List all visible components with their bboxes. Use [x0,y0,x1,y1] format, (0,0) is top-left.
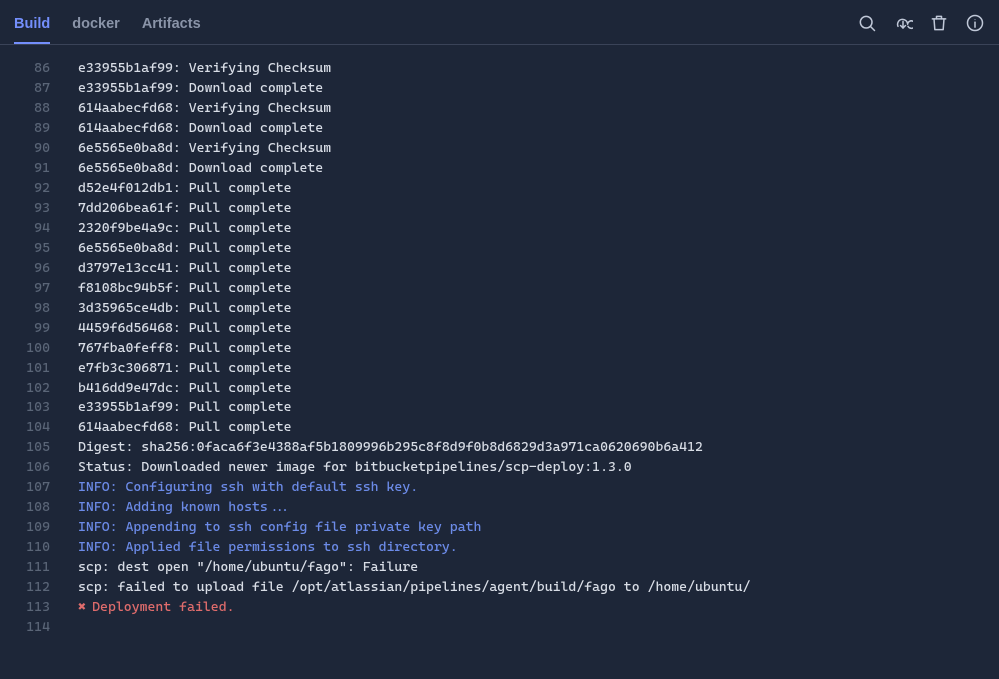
line-number: 108 [0,498,78,518]
line-number: 113 [0,598,78,618]
line-content: e33955b1af99: Download complete [78,79,999,99]
log-line: 937dd206bea61f: Pull complete [0,199,999,219]
log-line: 113✖Deployment failed. [0,598,999,618]
line-content: 6e5565e0ba8d: Pull complete [78,239,999,259]
line-number: 102 [0,379,78,399]
log-line: 102b416dd9e47dc: Pull complete [0,379,999,399]
line-content: d3797e13cc41: Pull complete [78,259,999,279]
line-content: 4459f6d56468: Pull complete [78,319,999,339]
line-number: 86 [0,59,78,79]
log-line: 916e5565e0ba8d: Download complete [0,159,999,179]
log-line: 86e33955b1af99: Verifying Checksum [0,59,999,79]
log-line: 92d52e4f012db1: Pull complete [0,179,999,199]
line-content: e33955b1af99: Verifying Checksum [78,59,999,79]
tab-artifacts[interactable]: Artifacts [142,8,201,44]
tab-docker[interactable]: docker [72,8,120,44]
log-line: 110INFO: Applied file permissions to ssh… [0,538,999,558]
line-number: 110 [0,538,78,558]
line-number: 103 [0,398,78,418]
log-line: 109INFO: Appending to ssh config file pr… [0,518,999,538]
line-content: scp: dest open "/home/ubuntu/fago": Fail… [78,558,999,578]
log-line: 97f8108bc94b5f: Pull complete [0,279,999,299]
line-number: 104 [0,418,78,438]
line-number: 89 [0,119,78,139]
log-line: 105Digest: sha256:0faca6f3e4388af5b18099… [0,438,999,458]
line-number: 90 [0,139,78,159]
line-number: 111 [0,558,78,578]
line-content: 614aabecfd68: Pull complete [78,418,999,438]
line-number: 112 [0,578,78,598]
line-content: Digest: sha256:0faca6f3e4388af5b1809996b… [78,438,999,458]
download-icon[interactable] [893,13,913,33]
line-content: INFO: Configuring ssh with default ssh k… [78,478,999,498]
log-line: 983d35965ce4db: Pull complete [0,299,999,319]
line-number: 92 [0,179,78,199]
line-content: 2320f9be4a9c: Pull complete [78,219,999,239]
trash-icon[interactable] [929,13,949,33]
tab-build[interactable]: Build [14,8,50,44]
line-number: 105 [0,438,78,458]
line-number: 106 [0,458,78,478]
line-number: 101 [0,359,78,379]
line-content: 614aabecfd68: Download complete [78,119,999,139]
line-number: 97 [0,279,78,299]
line-number: 88 [0,99,78,119]
log-line: 107INFO: Configuring ssh with default ss… [0,478,999,498]
line-content: INFO: Applied file permissions to ssh di… [78,538,999,558]
line-number: 107 [0,478,78,498]
line-number: 95 [0,239,78,259]
line-number: 93 [0,199,78,219]
line-content: 614aabecfd68: Verifying Checksum [78,99,999,119]
search-icon[interactable] [857,13,877,33]
info-icon[interactable] [965,13,985,33]
line-content: Status: Downloaded newer image for bitbu… [78,458,999,478]
tab-bar: Build docker Artifacts [14,8,201,44]
log-line: 111scp: dest open "/home/ubuntu/fago": F… [0,558,999,578]
line-content: e33955b1af99: Pull complete [78,398,999,418]
line-content: 6e5565e0ba8d: Verifying Checksum [78,139,999,159]
line-content: 3d35965ce4db: Pull complete [78,299,999,319]
line-number: 100 [0,339,78,359]
toolbar [857,13,985,39]
line-number: 109 [0,518,78,538]
line-content: b416dd9e47dc: Pull complete [78,379,999,399]
line-content: 7dd206bea61f: Pull complete [78,199,999,219]
line-number: 114 [0,618,78,638]
log-output: 86e33955b1af99: Verifying Checksum87e339… [0,45,999,638]
line-content: INFO: Appending to ssh config file priva… [78,518,999,538]
log-line: 101e7fb3c306871: Pull complete [0,359,999,379]
log-line: 104614aabecfd68: Pull complete [0,418,999,438]
log-line: 96d3797e13cc41: Pull complete [0,259,999,279]
log-line: 112scp: failed to upload file /opt/atlas… [0,578,999,598]
fail-marker-icon: ✖ [78,599,86,615]
line-content: f8108bc94b5f: Pull complete [78,279,999,299]
log-header: Build docker Artifacts [0,0,999,45]
line-number: 98 [0,299,78,319]
log-line: 994459f6d56468: Pull complete [0,319,999,339]
log-line: 87e33955b1af99: Download complete [0,79,999,99]
line-number: 96 [0,259,78,279]
line-content: ✖Deployment failed. [78,598,999,618]
log-line: 106Status: Downloaded newer image for bi… [0,458,999,478]
line-content: 6e5565e0ba8d: Download complete [78,159,999,179]
line-content: INFO: Adding known hosts... [78,498,999,518]
log-line: 942320f9be4a9c: Pull complete [0,219,999,239]
log-line: 89614aabecfd68: Download complete [0,119,999,139]
line-content: d52e4f012db1: Pull complete [78,179,999,199]
log-line: 103e33955b1af99: Pull complete [0,398,999,418]
log-line: 114 [0,618,999,638]
line-number: 94 [0,219,78,239]
log-line: 100767fba0feff8: Pull complete [0,339,999,359]
log-line: 906e5565e0ba8d: Verifying Checksum [0,139,999,159]
line-content: scp: failed to upload file /opt/atlassia… [78,578,999,598]
log-line: 88614aabecfd68: Verifying Checksum [0,99,999,119]
line-content: e7fb3c306871: Pull complete [78,359,999,379]
line-content [78,618,999,638]
line-content: 767fba0feff8: Pull complete [78,339,999,359]
line-number: 91 [0,159,78,179]
log-line: 108INFO: Adding known hosts... [0,498,999,518]
log-line: 956e5565e0ba8d: Pull complete [0,239,999,259]
line-number: 99 [0,319,78,339]
line-number: 87 [0,79,78,99]
